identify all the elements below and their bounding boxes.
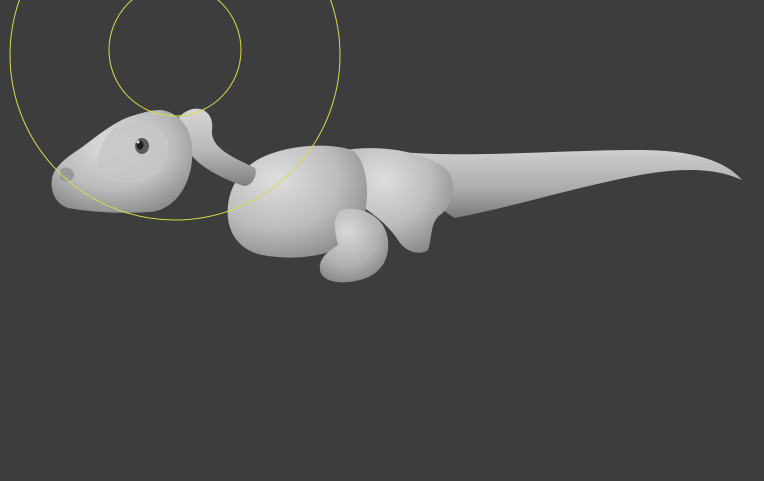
dino-eye-highlight	[136, 140, 140, 144]
viewport-scene	[9, 0, 742, 283]
brush-radius-inner-ring	[108, 0, 242, 117]
3d-viewport[interactable]	[0, 0, 764, 481]
